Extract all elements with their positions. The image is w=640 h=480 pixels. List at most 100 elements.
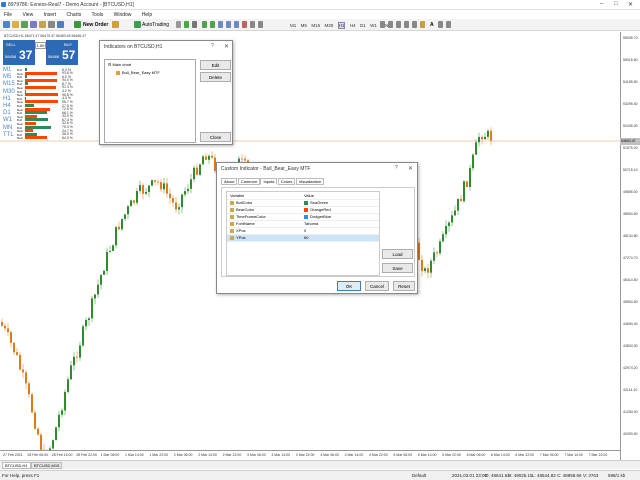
chart-shift-icon[interactable]	[234, 21, 239, 28]
time-tick: 2 Mar 06:00	[173, 453, 193, 457]
param-row[interactable]: FontName Tahoma	[227, 220, 379, 228]
param-value[interactable]: DodgerBlue	[301, 213, 379, 221]
time-scale[interactable]: 27 Feb 2021 28 Feb 06:00 28 Feb 14:00 28 Fe…	[0, 450, 620, 460]
zoom-out-icon[interactable]	[210, 21, 215, 28]
market-watch-icon[interactable]	[21, 21, 28, 28]
candle-body	[190, 179, 192, 189]
new-chart-icon[interactable]	[3, 21, 10, 28]
candle-body	[484, 136, 486, 140]
profiles-icon[interactable]	[12, 21, 19, 28]
new-order-icon[interactable]	[74, 21, 81, 28]
price-scale[interactable]: 55935.70 55015.60 54155.50 53295.40 52435.30…	[620, 32, 640, 460]
param-row[interactable]: BullColor SeaGreen	[227, 199, 379, 207]
terminal-icon[interactable]	[48, 21, 55, 28]
tab-inputs[interactable]: Inputs	[260, 178, 278, 185]
menu-file[interactable]: File	[4, 12, 12, 18]
data-window-icon[interactable]	[30, 21, 37, 28]
horizontal-line-icon[interactable]	[396, 21, 401, 28]
indicators-icon[interactable]	[242, 21, 247, 28]
param-value[interactable]: 60	[301, 234, 379, 242]
close-icon[interactable]: ✕	[224, 43, 229, 50]
tab-btcusd-m15[interactable]: BTCUSD,M15	[31, 462, 63, 469]
menu-help[interactable]: Help	[142, 12, 152, 18]
help-icon[interactable]: ?	[395, 165, 398, 171]
tree-root-label: Main chart	[112, 62, 132, 67]
ok-button[interactable]: OK	[337, 281, 361, 291]
tree-item[interactable]: Bull_Bear_Easy MTF	[116, 70, 160, 75]
templates-icon[interactable]	[258, 21, 263, 28]
tree-root[interactable]: ⊟ Main chart	[108, 62, 131, 67]
menu-charts[interactable]: Charts	[67, 12, 82, 18]
arrows-icon[interactable]	[446, 21, 451, 28]
tab-btcusd-h1[interactable]: BTCUSD,H1	[2, 462, 31, 469]
line-chart-icon[interactable]	[192, 21, 197, 28]
metaeditor-icon[interactable]	[112, 21, 119, 28]
param-row[interactable]: XPos 0	[227, 227, 379, 235]
param-row[interactable]: TimeFrameColor DodgerBlue	[227, 213, 379, 221]
vertical-line-icon[interactable]	[388, 21, 393, 28]
tab-visualization[interactable]: Visualization	[295, 178, 325, 185]
tile-windows-icon[interactable]	[218, 21, 223, 28]
autotrading-icon[interactable]	[134, 21, 141, 28]
new-order-button[interactable]: New Order	[83, 22, 108, 28]
time-tick: 3 Mar 14:00	[271, 453, 291, 457]
buy-button[interactable]: BUY 58468 57	[46, 40, 78, 65]
param-value[interactable]: Tahoma	[301, 220, 379, 228]
fibonacci-icon[interactable]	[420, 21, 425, 28]
tab-about[interactable]: About	[221, 178, 238, 185]
mtf-bear-bar	[25, 129, 34, 133]
edit-button[interactable]: Edit	[200, 60, 231, 70]
tf-m15[interactable]: M15	[311, 23, 320, 28]
maximize-icon[interactable]: □	[614, 1, 618, 7]
tf-d1[interactable]: D1	[360, 23, 366, 28]
menu-tools[interactable]: Tools	[92, 12, 104, 18]
lot-size-input[interactable]: 1.00	[35, 42, 46, 49]
candlestick-icon[interactable]	[184, 21, 189, 28]
param-row[interactable]: BearColor OrangeRed	[227, 206, 379, 214]
menu-insert[interactable]: Insert	[44, 12, 57, 18]
tf-m30[interactable]: M30	[324, 23, 333, 28]
candle-body	[148, 185, 150, 193]
menu-window[interactable]: Window	[114, 12, 132, 18]
param-value[interactable]: SeaGreen	[301, 199, 379, 207]
candle-body	[64, 391, 66, 411]
param-value[interactable]: OrangeRed	[301, 206, 379, 214]
tester-icon[interactable]	[57, 21, 64, 28]
crosshair-icon[interactable]	[380, 21, 385, 28]
reset-button[interactable]: Reset	[393, 281, 415, 291]
param-row[interactable]: YPos 60	[227, 234, 379, 242]
channel-icon[interactable]	[412, 21, 417, 28]
tf-m5[interactable]: M5	[301, 23, 307, 28]
delete-button[interactable]: Delete	[200, 72, 231, 82]
close-icon[interactable]: ✕	[408, 165, 413, 172]
periods-icon[interactable]	[250, 21, 255, 28]
menu-view[interactable]: View	[22, 12, 33, 18]
save-button[interactable]: Save	[382, 263, 413, 273]
close-button[interactable]: Close	[200, 132, 231, 142]
tf-w1[interactable]: W1	[370, 23, 377, 28]
close-icon[interactable]: ✕	[628, 1, 633, 8]
autotrading-button[interactable]: AutoTrading	[142, 22, 169, 28]
text-label-icon[interactable]	[438, 21, 443, 28]
trendline-icon[interactable]	[404, 21, 409, 28]
price-tick: 43834.30	[623, 344, 638, 348]
candle-body	[61, 410, 63, 415]
param-value-label: 60	[304, 235, 309, 240]
param-value[interactable]: 0	[301, 227, 379, 235]
help-icon[interactable]: ?	[211, 43, 214, 49]
load-button[interactable]: Load	[382, 249, 413, 259]
text-tool-icon[interactable]: A	[430, 22, 434, 28]
status-bar: For Help, press F1 Default 2021.03.01 23…	[0, 470, 640, 480]
tab-colors[interactable]: Colors	[277, 178, 296, 185]
navigator-icon[interactable]	[39, 21, 46, 28]
tf-m1[interactable]: M1	[290, 23, 296, 28]
tf-h1[interactable]: H1	[337, 22, 346, 29]
sell-button[interactable]: SELL 58458 37	[3, 40, 35, 65]
tf-h4[interactable]: H4	[350, 23, 356, 28]
cancel-button[interactable]: Cancel	[365, 281, 389, 291]
bar-chart-icon[interactable]	[176, 21, 181, 28]
zoom-in-icon[interactable]	[202, 21, 207, 28]
minimize-icon[interactable]: –	[600, 1, 603, 7]
autoscroll-icon[interactable]	[226, 21, 231, 28]
tab-common[interactable]: Common	[237, 178, 261, 185]
